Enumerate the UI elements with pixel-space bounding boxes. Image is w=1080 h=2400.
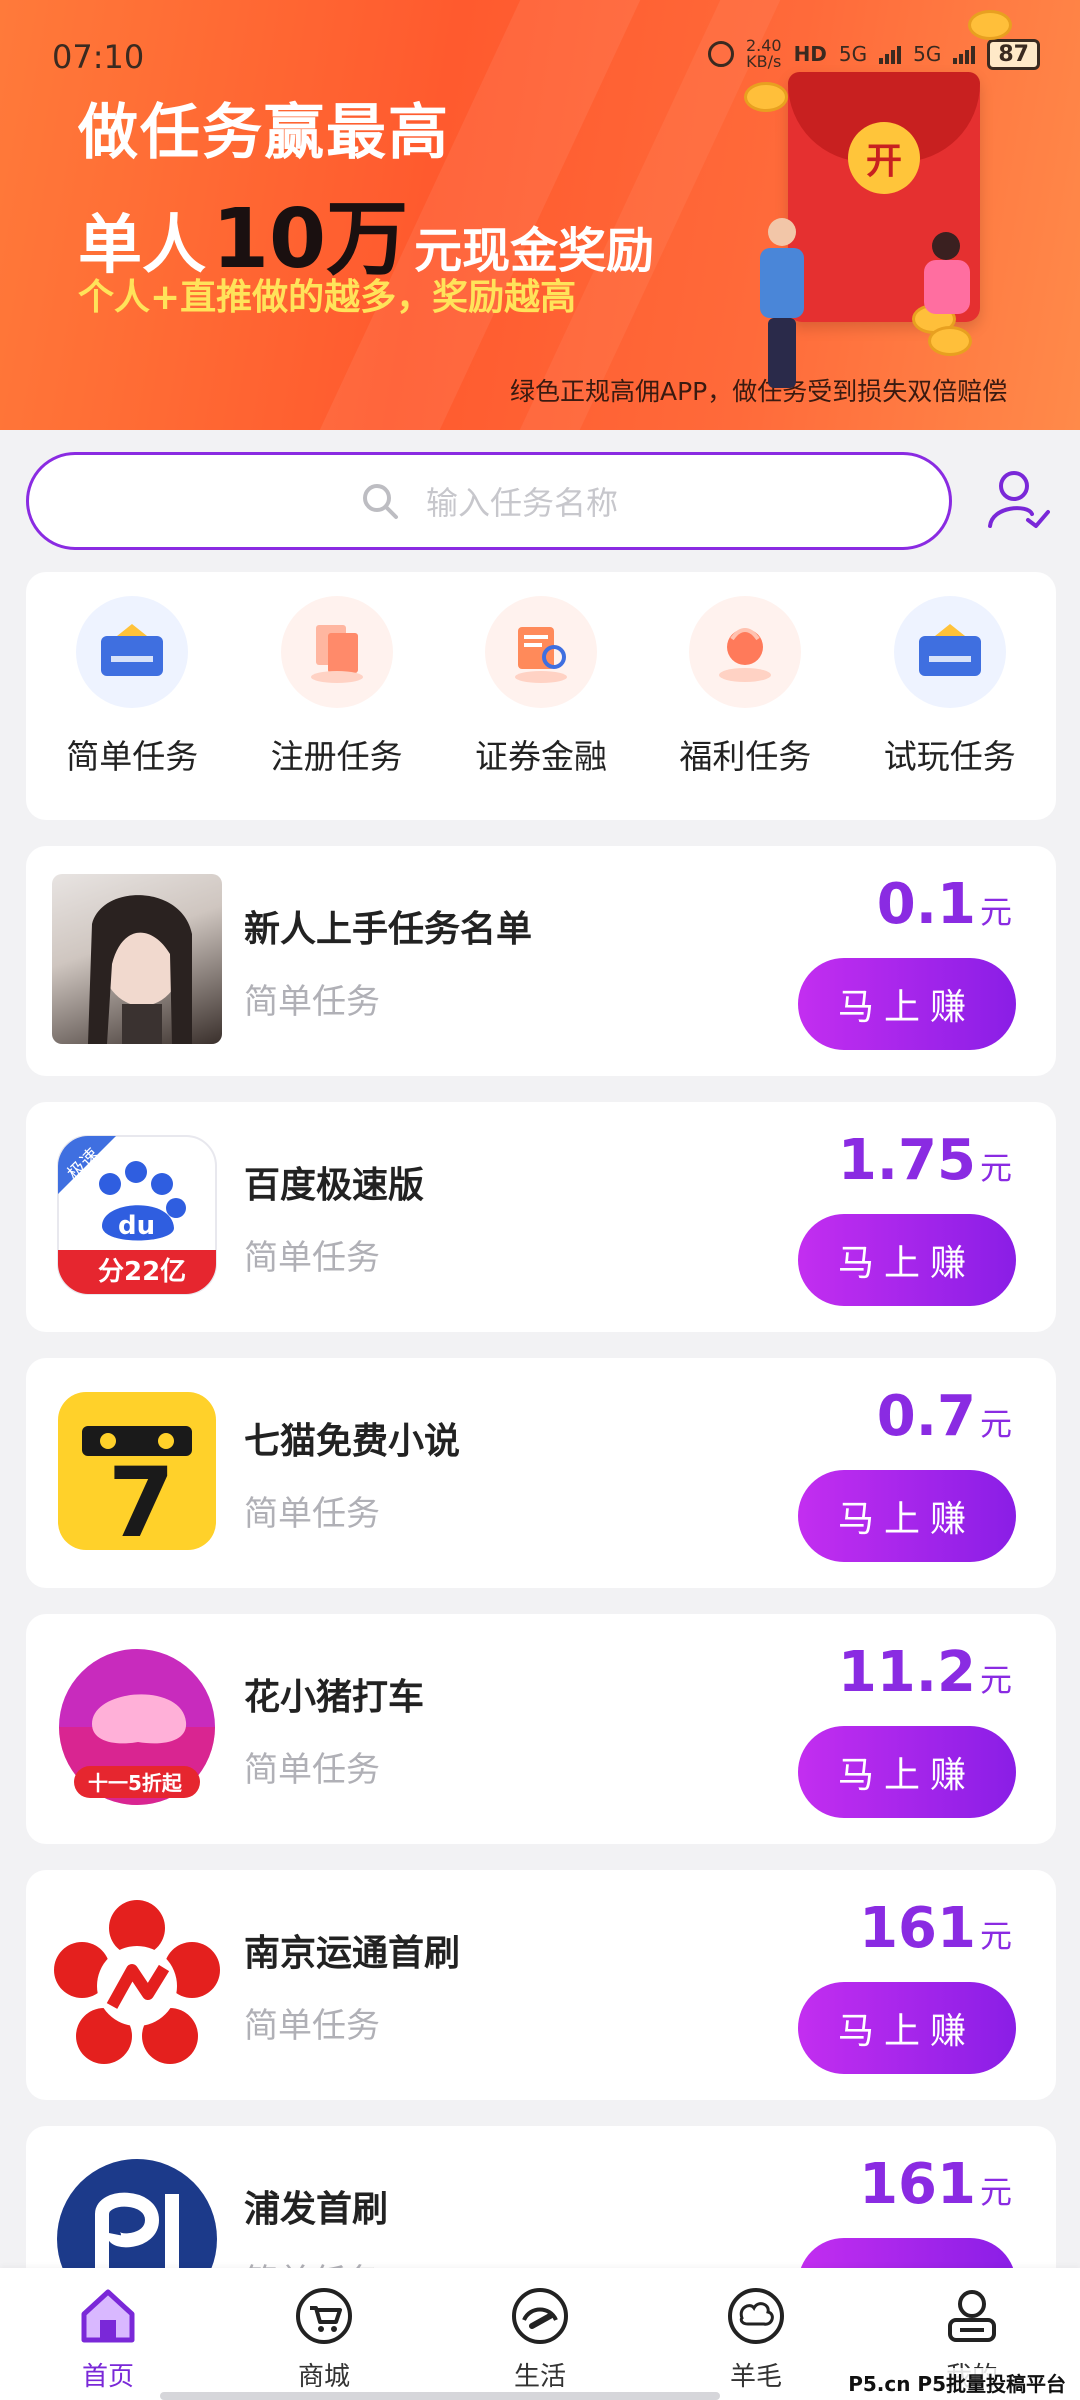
task-reward: 161 元 <box>859 1896 1012 1961</box>
hd-label: HD <box>793 42 827 66</box>
task-card[interactable]: du 分22亿 极速 百度极速版 简单任务 1.75 元 马上赚 <box>26 1102 1056 1332</box>
profile-icon <box>940 2284 1004 2348</box>
qimao-logo: 7 <box>52 1386 222 1556</box>
network-1-label: 5G <box>838 42 868 66</box>
task-card[interactable]: 7 七猫免费小说 简单任务 0.7 元 马上赚 <box>26 1358 1056 1588</box>
nav-mall[interactable]: 商城 <box>216 2268 432 2400</box>
status-indicators: 2.40 KB/s HD 5G 5G 87 <box>707 38 1040 71</box>
task-reward: 11.2 元 <box>837 1640 1012 1705</box>
person-illustration <box>920 232 974 342</box>
search-placeholder: 输入任务名称 <box>425 484 618 522</box>
earn-now-button[interactable]: 马上赚 <box>798 958 1016 1050</box>
category-simple-tasks[interactable]: 简单任务 <box>34 572 230 820</box>
task-category: 简单任务 <box>244 982 380 1022</box>
task-reward: 0.1 元 <box>876 872 1012 937</box>
coin-icon <box>744 82 788 112</box>
task-card[interactable]: 新人上手任务名单 简单任务 0.1 元 马上赚 <box>26 846 1056 1076</box>
task-title: 百度极速版 <box>244 1165 425 1206</box>
task-title: 浦发首刷 <box>244 2189 389 2230</box>
finance-icon <box>484 596 597 708</box>
baidu-du-text: du <box>118 1211 155 1241</box>
task-title: 花小猪打车 <box>244 1677 425 1718</box>
task-card[interactable]: 十一5折起 花小猪打车 简单任务 11.2 元 马上赚 <box>26 1614 1056 1844</box>
earn-now-button[interactable]: 马上赚 <box>798 1470 1016 1562</box>
nav-home[interactable]: 首页 <box>0 2268 216 2400</box>
task-reward: 1.75 元 <box>837 1128 1012 1193</box>
task-title: 南京运通首刷 <box>244 1933 461 1974</box>
promo-banner[interactable]: 07:10 2.40 KB/s HD 5G 5G 87 做任务赢最高 单人 10… <box>0 0 1080 430</box>
network-2-label: 5G <box>913 42 942 66</box>
category-securities-finance[interactable]: 证券金融 <box>443 572 639 820</box>
task-category: 简单任务 <box>244 2006 380 2046</box>
card-icon <box>893 596 1006 708</box>
coin-icon <box>968 10 1012 40</box>
envelope-open-char: 开 <box>848 122 920 194</box>
earn-now-button[interactable]: 马上赚 <box>798 1214 1016 1306</box>
category-welfare-tasks[interactable]: 福利任务 <box>647 572 843 820</box>
task-card[interactable]: 南京运通首刷 简单任务 161 元 马上赚 <box>26 1870 1056 2100</box>
earn-now-button[interactable]: 马上赚 <box>798 1982 1016 2074</box>
baidu-bottom-text: 分22亿 <box>98 1257 186 1287</box>
banner-headline: 做任务赢最高 <box>78 98 450 168</box>
earn-now-button[interactable]: 马上赚 <box>798 1726 1016 1818</box>
home-icon <box>76 2284 140 2348</box>
category-grid: 简单任务 注册任务 证券金融 福利任务 试玩任务 <box>26 572 1056 820</box>
cart-icon <box>292 2284 356 2348</box>
watermark: P5.cn P5批量投稿平台 <box>844 2368 1070 2397</box>
task-category: 简单任务 <box>244 1238 380 1278</box>
card-icon <box>76 596 189 708</box>
task-title: 七猫免费小说 <box>244 1421 461 1462</box>
nav-life[interactable]: 生活 <box>432 2268 648 2400</box>
search-icon <box>362 484 398 519</box>
task-category: 简单任务 <box>244 1750 380 1790</box>
huaxiaozhu-badge-text: 十一5折起 <box>88 1771 183 1795</box>
person-illustration <box>760 218 804 388</box>
document-icon <box>280 596 393 708</box>
gift-icon <box>689 596 802 708</box>
category-register-tasks[interactable]: 注册任务 <box>239 572 435 820</box>
baidu-logo: du 分22亿 极速 <box>52 1130 222 1300</box>
qimao-seven-text: 7 <box>108 1447 175 1556</box>
huaxiaozhu-logo: 十一5折起 <box>52 1642 222 1812</box>
status-time: 07:10 <box>52 38 145 76</box>
task-thumbnail <box>52 874 222 1044</box>
search-input[interactable]: 输入任务名称 <box>26 452 952 550</box>
task-title: 新人上手任务名单 <box>244 909 533 950</box>
nav-wool[interactable]: 羊毛 <box>648 2268 864 2400</box>
task-reward: 161 元 <box>859 2152 1012 2217</box>
banner-disclaimer: 绿色正规高佣APP，做任务受到损失双倍赔偿 <box>510 377 1008 406</box>
banner-subline: 个人+直推做的越多，奖励越高 <box>78 277 577 318</box>
life-icon <box>508 2284 572 2348</box>
sheep-icon <box>724 2284 788 2348</box>
signal-icon <box>953 44 976 64</box>
signal-icon <box>879 44 902 64</box>
user-check-icon[interactable] <box>984 466 1050 532</box>
gesture-bar <box>160 2392 720 2400</box>
yuntong-logo <box>52 1898 222 2068</box>
task-reward: 0.7 元 <box>876 1384 1012 1449</box>
category-trial-tasks[interactable]: 试玩任务 <box>852 572 1048 820</box>
task-category: 简单任务 <box>244 1494 380 1534</box>
battery-indicator: 87 <box>987 38 1040 70</box>
alarm-icon <box>707 41 734 67</box>
net-speed-unit: KB/s <box>746 52 782 71</box>
